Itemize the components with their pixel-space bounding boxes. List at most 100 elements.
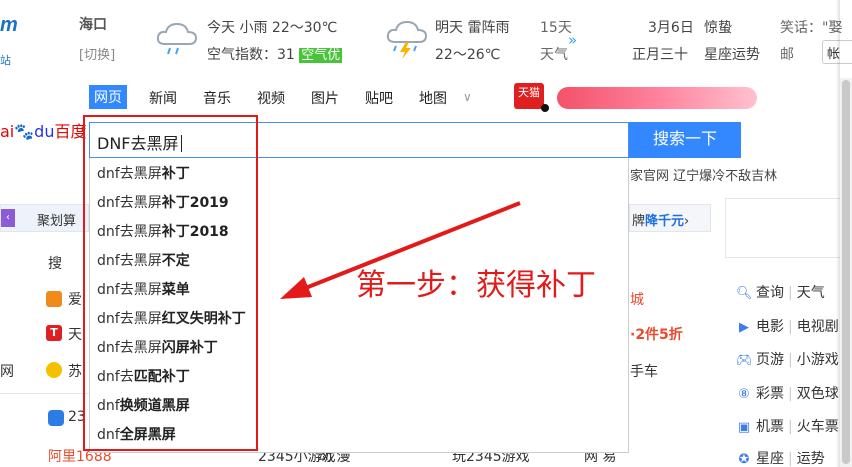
baidu-logo-text: 百度: [54, 122, 87, 141]
nav-images[interactable]: 图片: [311, 88, 339, 108]
service-label: 电影: [756, 319, 784, 335]
tmall-badge[interactable]: 天猫: [514, 83, 549, 112]
double-chevron-icon[interactable]: »: [568, 31, 577, 49]
right-ad-panel: [725, 198, 852, 258]
juhuasuan-banner[interactable]: ‹ 聚划算: [0, 204, 89, 232]
baidu-logo-prefix: ai: [0, 122, 15, 141]
left-item-ai[interactable]: 爱: [68, 289, 82, 309]
top-bar: m 站 海口 [切换] 今天 小雨 22～30℃ 空气指数：31 空气优 明天 …: [0, 0, 852, 78]
banner-label: 聚划算: [37, 214, 77, 229]
ticket-icon: ▣: [737, 420, 751, 435]
shield-icon: [48, 410, 64, 426]
lottery-icon: ⑧: [738, 387, 750, 402]
annotation-text: 第一步：获得补丁: [356, 268, 596, 303]
service-other: 火车票: [796, 419, 839, 435]
gamepad-icon: 🎮︎: [736, 353, 753, 368]
service-label: 星座: [756, 451, 784, 467]
star-icon: ✪: [738, 452, 750, 467]
horoscope-link[interactable]: 星座运势: [704, 44, 760, 64]
service-other: 小游戏: [796, 352, 839, 368]
divider: [0, 393, 89, 394]
scrollbar-thumb[interactable]: [842, 80, 850, 464]
nav-video[interactable]: 视频: [257, 88, 285, 108]
promo-banner-redacted[interactable]: [557, 87, 757, 109]
mail-link[interactable]: 邮: [780, 44, 794, 64]
aqi-label: 空气指数：31: [207, 47, 295, 63]
separator: |: [788, 386, 793, 402]
service-label: 机票: [756, 419, 784, 435]
nav-news[interactable]: 新闻: [149, 88, 177, 108]
service-query[interactable]: 🔍︎ 查询 | 天气: [736, 282, 825, 302]
joke-link[interactable]: 笑话："娶: [780, 17, 842, 37]
left-item-su[interactable]: 苏: [68, 361, 82, 381]
suning-icon: [46, 362, 62, 378]
rain-cloud-icon: [156, 22, 198, 55]
service-label: 查询: [756, 285, 784, 301]
city-name: 海口: [79, 17, 107, 33]
promo-2[interactable]: ·2件5折: [630, 324, 683, 344]
left-item-tian[interactable]: 天: [68, 324, 82, 344]
service-label: 彩票: [756, 386, 784, 402]
paw-icon: 🐾: [14, 122, 35, 141]
banner2-left: 牌: [632, 214, 646, 229]
banner-arrow-icon: ‹: [1, 209, 15, 227]
tmall-t-icon: T: [46, 325, 62, 341]
tomorrow-label: 明天: [435, 20, 463, 36]
promo-1[interactable]: 城: [630, 289, 644, 309]
nav-web[interactable]: 网页: [89, 85, 127, 109]
service-webgame[interactable]: 🎮︎ 页游 | 小游戏: [736, 349, 839, 369]
tomorrow-temp: 22～26℃: [435, 47, 501, 63]
today-condition: 小雨: [239, 20, 268, 36]
baidu-logo[interactable]: ai🐾du百度: [0, 118, 86, 142]
thunderstorm-icon: [386, 20, 428, 59]
price-drop-banner[interactable]: 牌降千元›: [629, 204, 711, 232]
site-logo[interactable]: m 站: [0, 6, 22, 67]
tomorrow-condition: 雷阵雨: [467, 20, 510, 36]
logo-fragment: m: [0, 14, 18, 36]
service-other: 电视剧: [796, 319, 839, 335]
search-button[interactable]: 搜索一下: [629, 122, 741, 158]
service-other: 双色球: [796, 386, 839, 402]
chevron-right-icon: ›: [684, 214, 690, 229]
solar-term: 惊蛰: [704, 20, 732, 36]
nav-music[interactable]: 音乐: [203, 88, 231, 108]
service-label: 页游: [756, 352, 784, 368]
forecast-15d-line2[interactable]: 天气: [540, 44, 568, 64]
baidu-logo-du: du: [34, 122, 55, 141]
service-movie[interactable]: ▶ 电影 | 电视剧: [736, 316, 839, 336]
nav-map[interactable]: 地图: [419, 88, 447, 108]
date-gregorian: 3月6日: [648, 20, 694, 36]
service-lottery[interactable]: ⑧ 彩票 | 双色球: [736, 383, 839, 403]
nav-tieba[interactable]: 贴吧: [365, 88, 393, 108]
left-item-search[interactable]: 搜: [48, 253, 62, 273]
switch-city-link[interactable]: [切换]: [79, 44, 115, 63]
separator: |: [788, 352, 793, 368]
banner2-highlight: 降千元: [645, 214, 685, 229]
chevron-down-icon[interactable]: ∨: [463, 90, 472, 104]
service-flight[interactable]: ▣ 机票 | 火车票: [736, 416, 839, 436]
aiqiyi-icon: [46, 291, 62, 307]
service-horoscope[interactable]: ✪ 星座 | 运势: [736, 448, 825, 467]
today-temp: 22～30℃: [271, 20, 338, 36]
service-other: 运势: [796, 451, 825, 467]
search-icon: 🔍︎: [736, 286, 753, 301]
left-edge-text: 网: [0, 364, 14, 380]
date-lunar: 正月三十: [632, 47, 688, 63]
hot-search-text[interactable]: 家官网 辽宁爆冷不敌吉林: [630, 165, 777, 184]
aqi-badge: 空气优: [299, 48, 343, 63]
tmall-label: 天猫: [518, 86, 540, 99]
service-other: 天气: [796, 285, 825, 301]
logo-sub: 站: [0, 54, 11, 67]
separator: |: [788, 285, 793, 301]
today-weather: 今天 小雨 22～30℃: [207, 17, 337, 37]
tmall-dot: [541, 104, 549, 112]
separator: |: [788, 451, 793, 467]
separator: |: [788, 319, 793, 335]
separator: |: [788, 419, 793, 435]
tomorrow-weather: 明天 雷阵雨: [435, 17, 509, 37]
annotation-highlight-box: [83, 115, 258, 451]
video-icon: ▶: [739, 320, 749, 335]
promo-3[interactable]: 手车: [630, 361, 658, 381]
aqi-line[interactable]: 空气指数：31 空气优: [207, 44, 343, 64]
today-label: 今天: [207, 20, 235, 36]
